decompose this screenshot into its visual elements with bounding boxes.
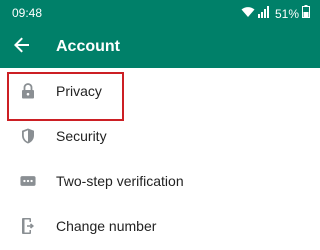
menu-item-label: Two-step verification xyxy=(56,172,184,189)
dots-icon xyxy=(20,173,36,189)
menu-item-change-number[interactable]: Change number xyxy=(0,203,320,248)
signal-icon xyxy=(257,5,270,23)
lock-icon xyxy=(20,82,36,99)
app-bar: Account xyxy=(0,26,320,68)
battery-icon xyxy=(302,5,310,23)
arrow-left-icon xyxy=(14,37,30,58)
menu-item-privacy[interactable]: Privacy xyxy=(0,68,320,113)
menu-item-label: Security xyxy=(56,127,107,144)
menu-item-label: Privacy xyxy=(56,82,102,99)
shield-icon xyxy=(20,128,36,144)
change-number-icon xyxy=(20,217,36,234)
menu-item-two-step-verification[interactable]: Two-step verification xyxy=(0,158,320,203)
battery-percent: 51% xyxy=(274,7,299,21)
status-icons: 51% xyxy=(241,5,310,23)
account-menu-list: Privacy Security Two-step verification C… xyxy=(0,68,320,248)
menu-item-label: Change number xyxy=(56,217,157,234)
wifi-icon xyxy=(241,5,255,23)
back-button[interactable] xyxy=(8,33,36,61)
page-title: Account xyxy=(56,38,120,55)
status-time: 09:48 xyxy=(12,6,43,20)
menu-item-security[interactable]: Security xyxy=(0,113,320,158)
screen: 09:48 51% Account Privacy Security Two-s… xyxy=(0,0,320,250)
status-bar: 09:48 51% xyxy=(0,0,320,26)
